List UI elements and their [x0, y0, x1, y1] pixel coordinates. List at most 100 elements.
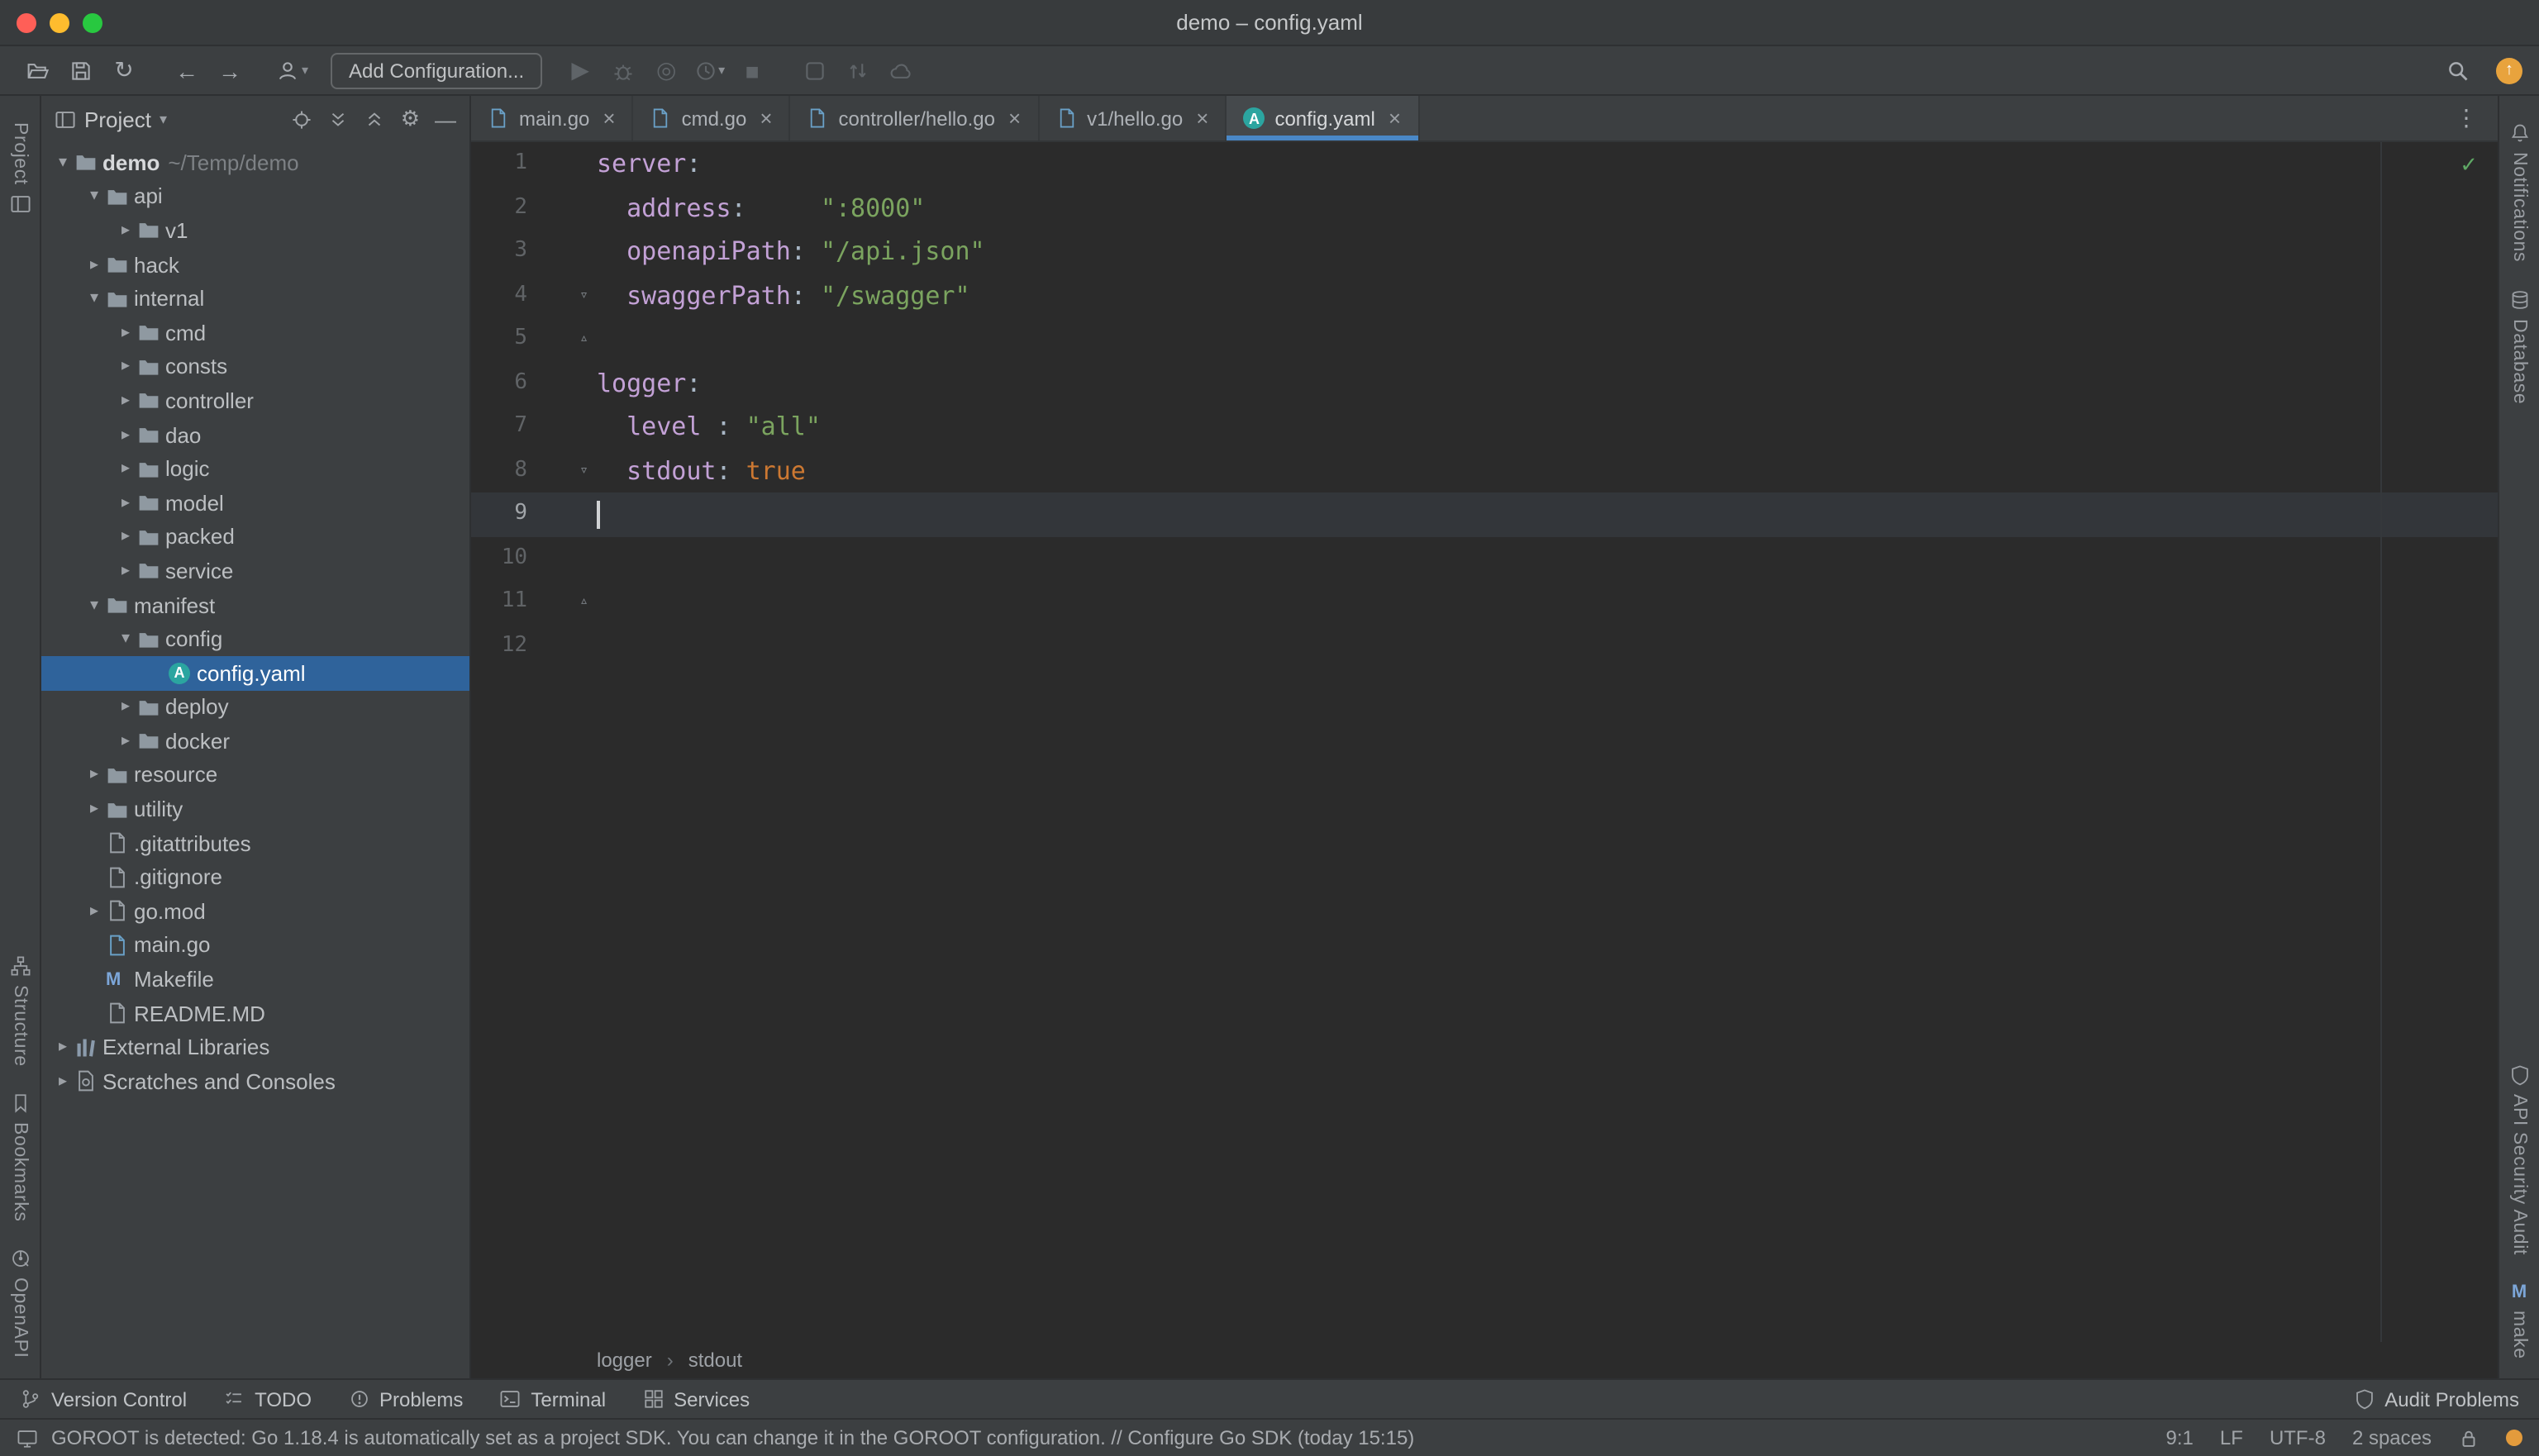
tree-item-cmd[interactable]: ▸cmd: [41, 316, 469, 350]
tree-item-gitattributes[interactable]: .gitattributes: [41, 826, 469, 860]
hide-panel-button[interactable]: —: [435, 107, 456, 131]
tab-config-yaml[interactable]: Aconfig.yaml×: [1227, 96, 1419, 140]
close-window-button[interactable]: [17, 12, 36, 32]
chevron-right-icon[interactable]: ▸: [114, 459, 137, 478]
forward-button[interactable]: →: [208, 50, 251, 90]
stop-button[interactable]: ■: [731, 50, 774, 90]
tab-main-go[interactable]: main.go×: [471, 96, 634, 140]
chevron-right-icon[interactable]: ▸: [83, 255, 106, 274]
tool-stripe-button-database[interactable]: Database: [2508, 288, 2530, 403]
chevron-right-icon[interactable]: ▸: [114, 324, 137, 342]
tree-item-deploy[interactable]: ▸deploy: [41, 690, 469, 724]
toolwindow-button-terminal[interactable]: Terminal: [499, 1387, 606, 1411]
sync-button[interactable]: ↻: [102, 50, 145, 90]
tree-item-controller[interactable]: ▸controller: [41, 383, 469, 417]
tool-stripe-button-api-security-audit[interactable]: API Security Audit: [2508, 1064, 2530, 1255]
tree-item-api[interactable]: ▾api: [41, 179, 469, 213]
editor-line-3[interactable]: 3 openapiPath: "/api.json": [471, 230, 2498, 274]
chevron-right-icon[interactable]: ▸: [51, 1038, 74, 1056]
chevron-right-icon[interactable]: ▸: [114, 562, 137, 580]
tree-item-external-libraries[interactable]: ▸External Libraries: [41, 1030, 469, 1064]
chevron-right-icon[interactable]: ▸: [83, 902, 106, 921]
chevron-right-icon[interactable]: ▸: [51, 1073, 74, 1091]
update-project-button[interactable]: [836, 50, 879, 90]
tab-controller-hello-go[interactable]: controller/hello.go×: [791, 96, 1040, 140]
attach-to-process-button[interactable]: [793, 50, 836, 90]
file-encoding[interactable]: UTF-8: [2270, 1426, 2326, 1449]
inspections-ok-icon[interactable]: ✓: [2460, 152, 2478, 178]
tree-item-packed[interactable]: ▸packed: [41, 520, 469, 554]
tree-item-service[interactable]: ▸service: [41, 554, 469, 588]
tree-item-v1[interactable]: ▸v1: [41, 213, 469, 247]
tree-item-gitignore[interactable]: .gitignore: [41, 860, 469, 894]
tree-item-scratches-and-consoles[interactable]: ▸Scratches and Consoles: [41, 1064, 469, 1098]
chevron-down-icon[interactable]: ▾: [83, 596, 106, 614]
toolwindow-button-version-control[interactable]: Version Control: [20, 1387, 187, 1411]
chevron-right-icon[interactable]: ▸: [83, 766, 106, 784]
debug-button[interactable]: [602, 50, 645, 90]
tree-item-dao[interactable]: ▸dao: [41, 418, 469, 452]
tool-stripe-button-bookmarks[interactable]: Bookmarks: [9, 1092, 31, 1221]
editor-line-1[interactable]: 1server:: [471, 142, 2498, 186]
editor-line-5[interactable]: 5▵: [471, 317, 2498, 361]
chevron-right-icon[interactable]: ▸: [114, 221, 137, 240]
tree-item-manifest[interactable]: ▾manifest: [41, 588, 469, 621]
tree-item-main-go[interactable]: main.go: [41, 928, 469, 962]
editor-line-7[interactable]: 7 level : "all": [471, 405, 2498, 449]
chevron-right-icon[interactable]: ▸: [114, 698, 137, 716]
editor-line-11[interactable]: 11▵: [471, 580, 2498, 624]
search-everywhere-button[interactable]: [2437, 50, 2479, 90]
ide-update-badge[interactable]: ↑: [2496, 57, 2522, 83]
tree-item-utility[interactable]: ▸utility: [41, 792, 469, 826]
run-with-coverage-button[interactable]: ◎: [645, 50, 688, 90]
tool-stripe-button-make[interactable]: Mmake: [2509, 1282, 2529, 1358]
tab-close-icon[interactable]: ×: [1389, 106, 1401, 131]
chevron-right-icon[interactable]: ▸: [114, 358, 137, 376]
tree-item-makefile[interactable]: MMakefile: [41, 963, 469, 997]
editor-line-10[interactable]: 10: [471, 536, 2498, 580]
chevron-right-icon[interactable]: ▸: [114, 528, 137, 546]
fold-marker-icon[interactable]: ▿: [527, 449, 593, 492]
tool-stripe-button-structure[interactable]: Structure: [9, 954, 31, 1066]
push-button[interactable]: [879, 50, 922, 90]
code-editor[interactable]: ✓ 1server:2 address: ":8000"3 openapiPat…: [471, 142, 2498, 1342]
fold-marker-icon[interactable]: ▵: [527, 317, 593, 361]
toolwindow-button-services[interactable]: Services: [642, 1387, 750, 1411]
back-button[interactable]: ←: [165, 50, 208, 90]
tree-item-demo[interactable]: ▾demo ~/Temp/demo: [41, 145, 469, 179]
chevron-down-icon[interactable]: ▾: [114, 630, 137, 648]
tree-item-logic[interactable]: ▸logic: [41, 452, 469, 486]
chevron-right-icon[interactable]: ▸: [114, 392, 137, 410]
tree-item-readme-md[interactable]: README.MD: [41, 997, 469, 1030]
tree-item-consts[interactable]: ▸consts: [41, 350, 469, 383]
status-message[interactable]: GOROOT is detected: Go 1.18.4 is automat…: [51, 1426, 1414, 1449]
tab-options-button[interactable]: ⋮: [2435, 96, 2498, 140]
chevron-right-icon[interactable]: ▸: [114, 426, 137, 444]
collapse-all-button[interactable]: [364, 108, 386, 130]
tree-item-model[interactable]: ▸model: [41, 486, 469, 520]
locate-file-button[interactable]: [292, 108, 313, 130]
profiler-button[interactable]: ▾: [688, 50, 731, 90]
chevron-down-icon[interactable]: ▾: [83, 188, 106, 206]
editor-line-4[interactable]: 4▿ swaggerPath: "/swagger": [471, 274, 2498, 317]
tree-item-config-yaml[interactable]: Aconfig.yaml: [41, 656, 469, 690]
lock-icon[interactable]: [2458, 1427, 2479, 1449]
tool-stripe-button-project[interactable]: Project: [9, 122, 31, 215]
toolwindow-button-todo[interactable]: TODO: [223, 1387, 312, 1411]
notification-dot-icon[interactable]: [2506, 1430, 2522, 1446]
caret-position[interactable]: 9:1: [2166, 1426, 2194, 1449]
tab-close-icon[interactable]: ×: [1008, 106, 1021, 131]
expand-all-button[interactable]: [328, 108, 350, 130]
tool-stripe-button-notifications[interactable]: Notifications: [2508, 122, 2530, 262]
tree-item-go-mod[interactable]: ▸go.mod: [41, 894, 469, 928]
line-separator[interactable]: LF: [2220, 1426, 2243, 1449]
run-button[interactable]: ▶: [559, 50, 602, 90]
indent-setting[interactable]: 2 spaces: [2352, 1426, 2432, 1449]
fold-marker-icon[interactable]: ▿: [527, 274, 593, 317]
minimize-window-button[interactable]: [50, 12, 69, 32]
project-panel-title[interactable]: Project: [84, 107, 151, 131]
breadcrumb-item-logger[interactable]: logger: [597, 1349, 652, 1372]
zoom-window-button[interactable]: [83, 12, 102, 32]
tree-item-docker[interactable]: ▸docker: [41, 724, 469, 758]
tab-close-icon[interactable]: ×: [1196, 106, 1208, 131]
